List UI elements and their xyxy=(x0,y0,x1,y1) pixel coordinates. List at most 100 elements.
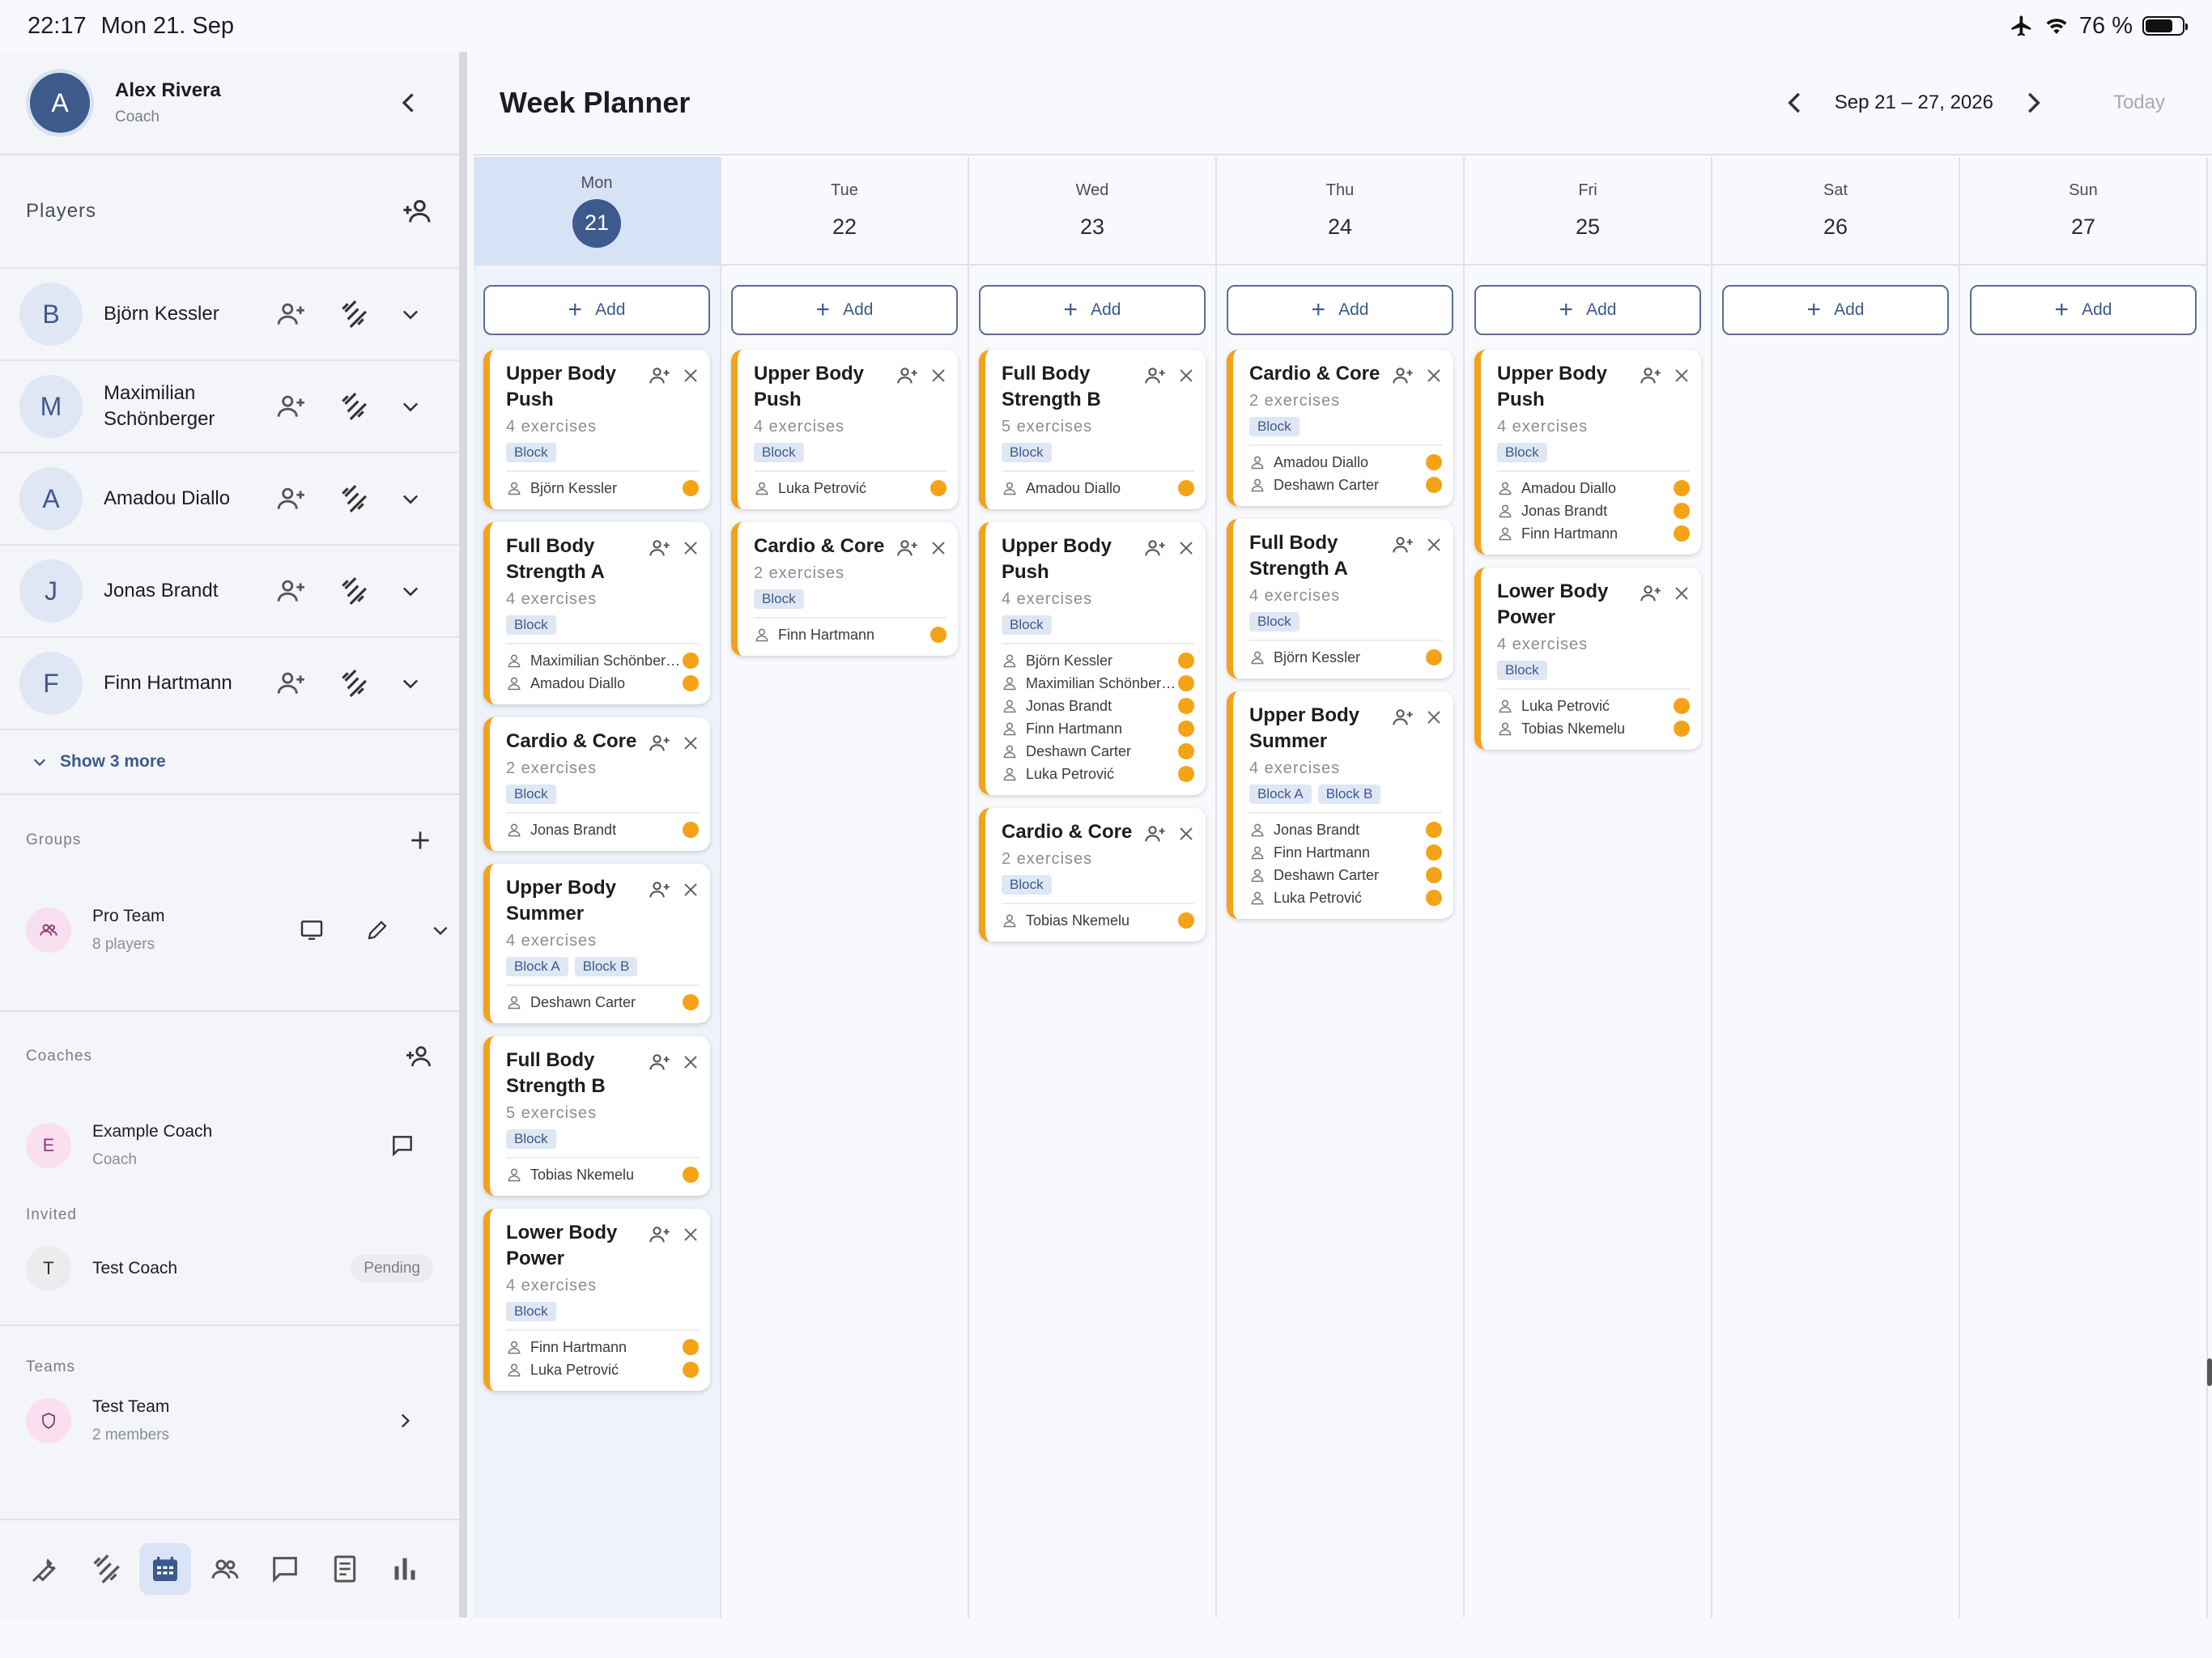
chat-icon[interactable] xyxy=(259,1543,311,1595)
close-icon[interactable] xyxy=(1176,366,1196,385)
session-card[interactable]: Full Body Strength A 4 exercises Block Björ… xyxy=(1227,519,1453,678)
close-icon[interactable] xyxy=(1672,366,1691,385)
chevron-left-icon[interactable] xyxy=(394,88,423,117)
day-header[interactable]: Fri 25 xyxy=(1465,157,1711,266)
close-icon[interactable] xyxy=(929,366,948,385)
close-icon[interactable] xyxy=(1424,535,1444,555)
add-group-icon[interactable] xyxy=(407,827,433,853)
assign-player-icon[interactable] xyxy=(1640,364,1662,387)
team-item[interactable]: Test Team 2 members xyxy=(0,1376,459,1465)
session-card[interactable]: Full Body Strength B 5 exercises Block Amad… xyxy=(979,350,1206,509)
people-icon[interactable] xyxy=(199,1543,251,1595)
chevron-down-icon[interactable] xyxy=(399,395,422,418)
close-icon[interactable] xyxy=(1672,584,1691,603)
session-card[interactable]: Upper Body Summer 4 exercises Block A Block… xyxy=(1227,691,1453,919)
session-card[interactable]: Full Body Strength A 4 exercises Block Maxi… xyxy=(483,522,710,704)
close-icon[interactable] xyxy=(1424,708,1444,727)
player-item[interactable]: J Jonas Brandt xyxy=(0,546,459,638)
day-header[interactable]: Tue 22 xyxy=(721,157,968,266)
add-coach-icon[interactable] xyxy=(404,1042,433,1071)
add-session-button[interactable]: + Add xyxy=(731,285,958,335)
session-card[interactable]: Full Body Strength B 5 exercises Block Tobi… xyxy=(483,1036,710,1196)
message-icon[interactable] xyxy=(389,1133,415,1158)
assign-player-icon[interactable] xyxy=(649,1051,671,1073)
dumbbell-icon[interactable] xyxy=(338,668,368,699)
session-card[interactable]: Cardio & Core 2 exercises Block Tobias Nkem… xyxy=(979,808,1206,942)
close-icon[interactable] xyxy=(681,366,700,385)
close-icon[interactable] xyxy=(1424,366,1444,385)
chevron-down-icon[interactable] xyxy=(399,672,422,695)
session-card[interactable]: Lower Body Power 4 exercises Block Finn Har… xyxy=(483,1209,710,1391)
chevron-down-icon[interactable] xyxy=(399,303,422,325)
edit-icon[interactable] xyxy=(365,918,389,942)
day-header[interactable]: Mon 21 xyxy=(474,157,720,266)
player-item[interactable]: B Björn Kessler xyxy=(0,269,459,361)
assign-player-icon[interactable] xyxy=(649,537,671,559)
assign-player-icon[interactable] xyxy=(1392,364,1414,387)
session-card[interactable]: Lower Body Power 4 exercises Block Luka Pet… xyxy=(1474,568,1701,750)
close-icon[interactable] xyxy=(681,538,700,558)
dumbbell-icon[interactable] xyxy=(338,299,368,329)
add-session-button[interactable]: + Add xyxy=(483,285,710,335)
show-more-button[interactable]: Show 3 more xyxy=(0,730,459,795)
chevron-down-icon[interactable] xyxy=(430,920,451,941)
dumbbell-icon[interactable] xyxy=(338,391,368,422)
day-header[interactable]: Wed 23 xyxy=(969,157,1215,266)
assign-player-icon[interactable] xyxy=(896,364,919,387)
session-card[interactable]: Cardio & Core 2 exercises Block Amadou Dial… xyxy=(1227,350,1453,506)
player-item[interactable]: F Finn Hartmann xyxy=(0,638,459,730)
assign-player-icon[interactable] xyxy=(1640,582,1662,605)
assign-player-icon[interactable] xyxy=(1392,534,1414,556)
dumbbell-icon[interactable] xyxy=(338,483,368,514)
session-card[interactable]: Upper Body Summer 4 exercises Block A Block… xyxy=(483,864,710,1023)
close-icon[interactable] xyxy=(1176,824,1196,844)
assign-player-icon[interactable] xyxy=(649,878,671,901)
add-player-icon[interactable] xyxy=(401,195,433,227)
session-card[interactable]: Upper Body Push 4 exercises Block Björn Kes… xyxy=(979,522,1206,795)
chevron-right-icon[interactable] xyxy=(394,1410,415,1431)
dumbbell-icon[interactable] xyxy=(338,576,368,606)
assign-player-icon[interactable] xyxy=(649,732,671,755)
dumbbell-icon[interactable] xyxy=(79,1543,131,1595)
day-header[interactable]: Sat 26 xyxy=(1712,157,1959,266)
session-card[interactable]: Upper Body Push 4 exercises Block Amadou Di… xyxy=(1474,350,1701,555)
session-card[interactable]: Cardio & Core 2 exercises Block Finn Hartma… xyxy=(731,522,958,656)
chevron-down-icon[interactable] xyxy=(399,580,422,602)
bar-chart-icon[interactable] xyxy=(379,1543,431,1595)
close-icon[interactable] xyxy=(1176,538,1196,558)
today-button[interactable]: Today xyxy=(2113,91,2165,114)
close-icon[interactable] xyxy=(681,1052,700,1072)
assign-player-icon[interactable] xyxy=(1144,364,1167,387)
coach-item[interactable]: E Example Coach Coach xyxy=(0,1101,459,1190)
add-session-button[interactable]: + Add xyxy=(1722,285,1949,335)
calendar-icon[interactable] xyxy=(139,1543,191,1595)
add-session-button[interactable]: + Add xyxy=(1227,285,1453,335)
assign-player-icon[interactable] xyxy=(649,1223,671,1246)
session-card[interactable]: Upper Body Push 4 exercises Block Björn Kes… xyxy=(483,350,710,509)
invited-coach-item[interactable]: T Test Coach Pending xyxy=(0,1224,459,1313)
assign-player-icon[interactable] xyxy=(649,364,671,387)
next-week-icon[interactable] xyxy=(2018,87,2048,118)
assign-player-icon[interactable] xyxy=(1144,823,1167,845)
close-icon[interactable] xyxy=(681,733,700,753)
day-header[interactable]: Sun 27 xyxy=(1960,157,2206,266)
player-item[interactable]: M Maximilian Schönberger xyxy=(0,361,459,453)
wrench-icon[interactable] xyxy=(19,1543,71,1595)
assign-player-icon[interactable] xyxy=(276,299,307,329)
scroll-indicator[interactable] xyxy=(2207,1358,2212,1386)
previous-week-icon[interactable] xyxy=(1780,87,1810,118)
session-card[interactable]: Upper Body Push 4 exercises Block Luka Petr… xyxy=(731,350,958,509)
monitor-icon[interactable] xyxy=(299,917,325,943)
assign-player-icon[interactable] xyxy=(276,668,307,699)
add-session-button[interactable]: + Add xyxy=(979,285,1206,335)
assign-player-icon[interactable] xyxy=(276,391,307,422)
day-header[interactable]: Thu 24 xyxy=(1217,157,1463,266)
avatar[interactable]: A xyxy=(26,69,94,137)
chevron-down-icon[interactable] xyxy=(399,487,422,510)
close-icon[interactable] xyxy=(929,538,948,558)
group-item[interactable]: Pro Team 8 players xyxy=(0,886,459,975)
add-session-button[interactable]: + Add xyxy=(1474,285,1701,335)
add-session-button[interactable]: + Add xyxy=(1970,285,2197,335)
player-item[interactable]: A Amadou Diallo xyxy=(0,453,459,546)
assign-player-icon[interactable] xyxy=(1392,706,1414,729)
